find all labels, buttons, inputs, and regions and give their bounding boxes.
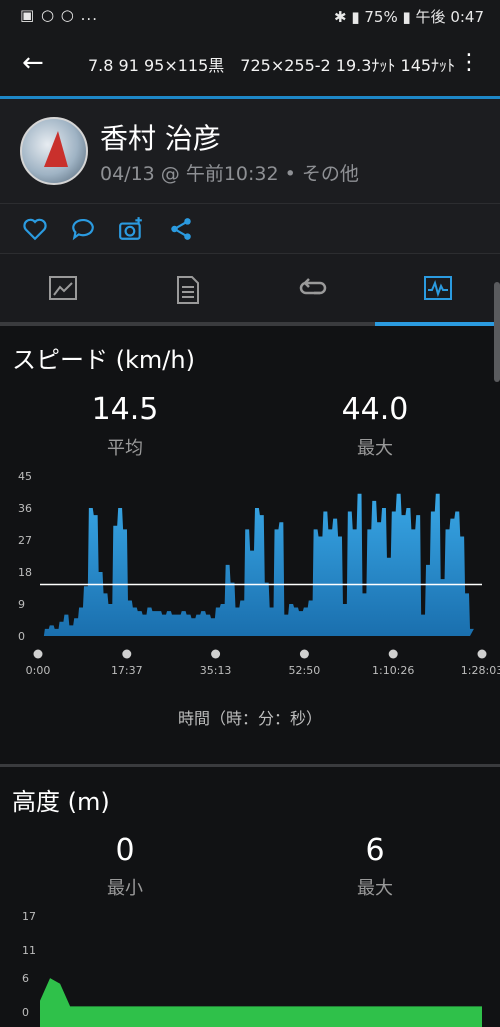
altitude-y-tick-label: 11 [22, 944, 36, 957]
activity-title: 7.8 91 95×115黒 725×255-2 19.3ﾅｯﾄ 145ﾅｯﾄ [88, 56, 456, 75]
status-left-icons: ▣ ○ ○ ... [20, 6, 98, 24]
altitude-y-tick-label: 0 [22, 1006, 29, 1019]
avatar[interactable] [20, 117, 88, 185]
share-icon[interactable] [168, 216, 194, 242]
altitude-chart: 0 6 11 17 [22, 910, 482, 1027]
document-list-icon [176, 276, 199, 304]
user-name: 香村 治彦 [100, 122, 221, 155]
altitude-min-label: 最小 [107, 878, 143, 899]
altitude-area-series [40, 978, 482, 1027]
battery-percent: 75% [364, 8, 398, 26]
speed-area-series [40, 493, 474, 636]
back-arrow-icon[interactable]: ← [22, 48, 44, 78]
add-photo-icon[interactable] [118, 216, 144, 242]
speed-average-value: 14.5 [91, 392, 159, 427]
clock: 午後 0:47 [415, 8, 484, 26]
comment-icon[interactable] [70, 216, 96, 242]
speed-x-tick-dot [388, 649, 398, 659]
altitude-section-title: 高度 (m) [12, 788, 110, 816]
speed-chart: 0 9 18 27 36 45 0:00 17:37 35:13 52:50 1:10:26 1:28… [18, 470, 500, 677]
speed-x-tick-dot [299, 649, 309, 659]
scrollbar[interactable] [494, 282, 500, 382]
speed-x-tick-dot [211, 649, 221, 659]
battery-icon: ▮ [402, 8, 411, 26]
tab-stats[interactable] [125, 254, 250, 326]
like-heart-icon[interactable] [22, 216, 48, 242]
laps-loop-icon [299, 278, 326, 295]
signal-icon: ▮ [351, 8, 360, 26]
speed-y-tick-label: 45 [18, 470, 32, 483]
speed-y-tick-label: 0 [18, 630, 25, 643]
app-bar: ← 7.8 91 95×115黒 725×255-2 19.3ﾅｯﾄ 145ﾅｯ… [0, 32, 500, 99]
overview-card-icon [48, 276, 77, 300]
bluetooth-icon: ✱ [333, 8, 347, 26]
altitude-y-tick-label: 17 [22, 910, 36, 923]
speed-max-value: 44.0 [341, 392, 409, 427]
altitude-max-label: 最大 [357, 878, 393, 899]
speed-y-tick-label: 18 [18, 566, 32, 579]
overflow-menu-icon[interactable]: ⋮ [458, 46, 480, 80]
speed-max-label: 最大 [357, 438, 393, 459]
tab-laps[interactable] [250, 254, 375, 326]
speed-section-title: スピード (km/h) [12, 346, 195, 374]
status-bar: ▣ ○ ○ ... ✱ ▮ 75% ▮ 午後 0:47 [0, 0, 500, 32]
speed-x-tick-dot [122, 649, 132, 659]
speed-x-tick-label: 52:50 [289, 664, 321, 677]
activity-header: 香村 治彦 04/13 @ 午前10:32 • その他 [0, 99, 500, 204]
tab-charts[interactable] [375, 254, 500, 326]
action-bar [0, 204, 500, 254]
tab-overview[interactable] [0, 254, 125, 326]
speed-x-tick-label: 0:00 [26, 664, 51, 677]
altitude-min-value: 0 [115, 833, 135, 868]
section-divider [0, 764, 500, 767]
speed-y-tick-label: 27 [18, 534, 32, 547]
status-right: ✱ ▮ 75% ▮ 午後 0:47 [334, 6, 484, 27]
speed-x-tick-label: 35:13 [200, 664, 232, 677]
tab-bar [0, 254, 500, 326]
tab-active-indicator [375, 322, 500, 326]
speed-x-tick-dot [33, 649, 43, 659]
tab-indicator-track [0, 322, 500, 326]
chart-pulse-icon [423, 276, 452, 300]
speed-y-tick-label: 36 [18, 502, 32, 515]
speed-x-tick-dot [477, 649, 487, 659]
speed-x-axis-title: 時間（時：分：秒） [177, 709, 322, 728]
altitude-y-tick-label: 6 [22, 972, 29, 985]
speed-x-tick-label: 17:37 [111, 664, 143, 677]
altitude-max-value: 6 [365, 833, 385, 868]
speed-x-tick-label: 1:28:03 [461, 664, 500, 677]
activity-subtitle: 04/13 @ 午前10:32 • その他 [100, 163, 359, 185]
speed-y-tick-label: 9 [18, 598, 25, 611]
speed-average-label: 平均 [107, 438, 143, 459]
speed-x-tick-label: 1:10:26 [372, 664, 414, 677]
